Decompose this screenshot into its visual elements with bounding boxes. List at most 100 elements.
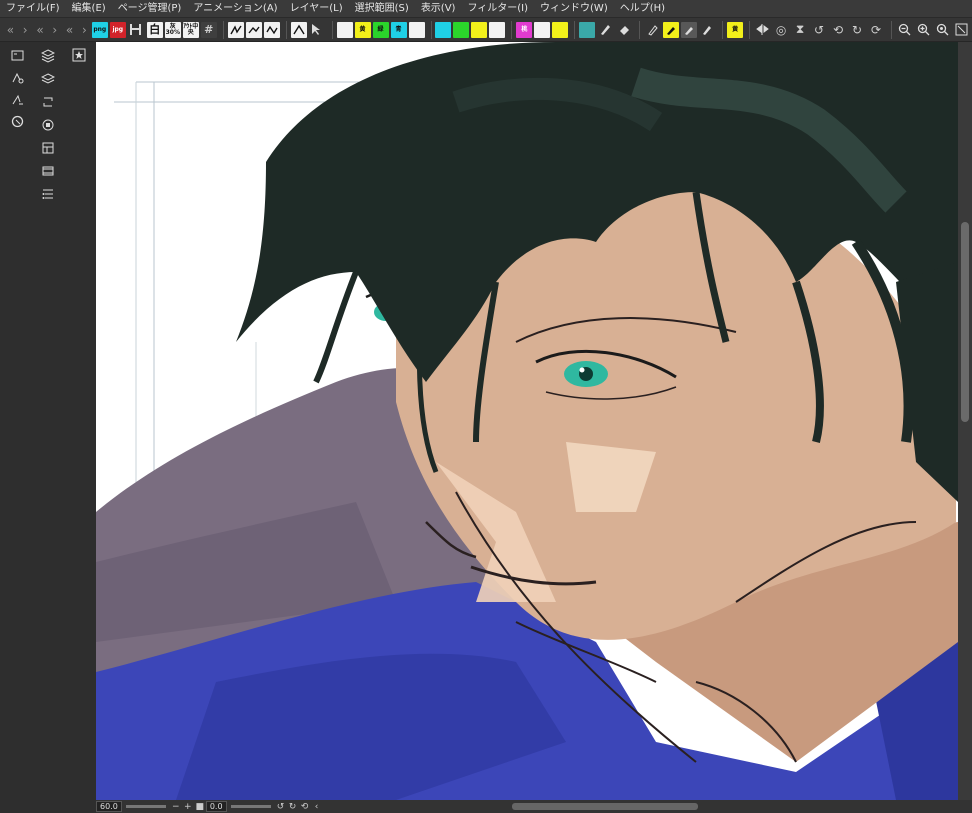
menu-layer[interactable]: レイヤー(L) bbox=[290, 0, 343, 18]
sub-view-icon[interactable] bbox=[39, 139, 57, 157]
horizontal-scroll-thumb[interactable] bbox=[512, 803, 698, 810]
toolbar-divider bbox=[222, 20, 224, 39]
drawing-canvas[interactable] bbox=[96, 42, 958, 800]
layer-property-icon[interactable] bbox=[39, 47, 57, 65]
pencil-yellow-button[interactable] bbox=[663, 21, 680, 38]
action-yellow-2-button[interactable]: 黄 bbox=[727, 21, 744, 38]
panel-dock bbox=[34, 42, 62, 813]
toolbar-divider bbox=[331, 20, 333, 39]
gray-30-button[interactable]: 灰30% bbox=[164, 21, 181, 38]
menu-help[interactable]: ヘルプ(H) bbox=[620, 0, 665, 18]
toolbar-divider bbox=[639, 20, 641, 39]
pointer-icon[interactable] bbox=[309, 22, 325, 38]
toolbar-divider bbox=[749, 20, 751, 39]
rotate-left-small-icon[interactable]: ↺ bbox=[275, 802, 287, 812]
zoom-slider[interactable] bbox=[125, 805, 166, 808]
collapse-left-icon[interactable]: « bbox=[62, 20, 77, 40]
auto-action-icon[interactable] bbox=[39, 185, 57, 203]
timeline-icon[interactable] bbox=[39, 162, 57, 180]
save-icon[interactable] bbox=[128, 22, 144, 38]
expand-right-icon[interactable]: › bbox=[18, 20, 33, 40]
macro-1-button[interactable] bbox=[227, 21, 244, 38]
command-bar: « › « › « › png jpg 白 灰30% ｱｳﾄ中央 # 黄 緑 青… bbox=[0, 18, 972, 42]
navigator-icon[interactable] bbox=[8, 46, 26, 64]
export-png-button[interactable]: png bbox=[91, 21, 108, 38]
macro-3-button[interactable] bbox=[263, 21, 280, 38]
menu-page[interactable]: ページ管理(P) bbox=[118, 0, 182, 18]
action-1-button[interactable] bbox=[336, 21, 353, 38]
rotation-input[interactable]: 0.0 bbox=[205, 801, 227, 812]
menu-selection[interactable]: 選択範囲(S) bbox=[355, 0, 409, 18]
action-8-button[interactable] bbox=[552, 21, 569, 38]
action-6-button[interactable] bbox=[489, 21, 506, 38]
action-3-button[interactable] bbox=[435, 21, 452, 38]
menu-bar: ファイル(F) 編集(E) ページ管理(P) アニメーション(A) レイヤー(L… bbox=[0, 0, 972, 18]
macro-2-button[interactable] bbox=[245, 21, 262, 38]
rotate-reset-small-icon[interactable]: ⟲ bbox=[299, 802, 311, 812]
rotate-right-icon[interactable]: ↻ bbox=[849, 22, 865, 38]
zoom-out-icon[interactable] bbox=[896, 22, 912, 38]
zoom-input[interactable]: 60.0 bbox=[96, 801, 122, 812]
action-magenta-button[interactable]: 桃 bbox=[516, 21, 533, 38]
pen-icon[interactable] bbox=[597, 22, 613, 38]
action-2-button[interactable] bbox=[408, 21, 425, 38]
zoom-minus-button[interactable]: − bbox=[170, 802, 182, 812]
rotate-free-icon[interactable]: ⟳ bbox=[868, 22, 884, 38]
tool-strip bbox=[0, 42, 34, 813]
collapse-left-icon[interactable]: « bbox=[3, 20, 18, 40]
toolbar-divider bbox=[574, 20, 576, 39]
menu-edit[interactable]: 編集(E) bbox=[72, 0, 106, 18]
vertical-scrollbar[interactable] bbox=[958, 42, 972, 800]
rotate-left-icon[interactable]: ↺ bbox=[811, 22, 827, 38]
panel-dock-right bbox=[62, 42, 96, 813]
flip-horizontal-icon[interactable] bbox=[754, 22, 770, 38]
action-yellow-button[interactable]: 黄 bbox=[354, 21, 371, 38]
macro-4-button[interactable] bbox=[290, 21, 307, 38]
action-4-button[interactable] bbox=[453, 21, 470, 38]
menu-filter[interactable]: フィルター(I) bbox=[467, 0, 528, 18]
zoom-plus-button[interactable]: + bbox=[182, 802, 194, 812]
history-icon[interactable] bbox=[39, 93, 57, 111]
fill-pen-icon[interactable] bbox=[644, 22, 660, 38]
fit-window-icon[interactable] bbox=[953, 22, 969, 38]
export-jpg-button[interactable]: jpg bbox=[109, 21, 126, 38]
expand-right-icon[interactable]: › bbox=[77, 20, 92, 40]
favorite-icon[interactable] bbox=[70, 46, 88, 64]
material-icon[interactable] bbox=[39, 116, 57, 134]
toolbar-divider bbox=[722, 20, 724, 39]
eraser-icon[interactable] bbox=[616, 22, 632, 38]
rotate-reset-icon[interactable]: ⟲ bbox=[830, 22, 846, 38]
grid-button[interactable]: # bbox=[200, 21, 217, 38]
scroll-left-icon[interactable]: ‹ bbox=[311, 802, 323, 812]
flip-vertical-icon[interactable]: ⧗ bbox=[792, 22, 808, 38]
action-5-button[interactable] bbox=[471, 21, 488, 38]
rotate-canvas-icon[interactable]: ◎ bbox=[773, 22, 789, 38]
pen-gray-button[interactable] bbox=[681, 21, 698, 38]
tool-property-icon[interactable] bbox=[8, 68, 26, 86]
action-cyan-button[interactable]: 青 bbox=[390, 21, 407, 38]
white-fill-button[interactable]: 白 bbox=[146, 21, 163, 38]
zoom-in-icon[interactable] bbox=[915, 22, 931, 38]
brush-icon[interactable] bbox=[699, 22, 715, 38]
auto-center-button[interactable]: ｱｳﾄ中央 bbox=[182, 21, 199, 38]
rotation-slider[interactable] bbox=[230, 805, 271, 808]
rotate-right-small-icon[interactable]: ↻ bbox=[287, 802, 299, 812]
layer-icon[interactable] bbox=[39, 70, 57, 88]
collapse-left-icon[interactable]: « bbox=[33, 20, 48, 40]
toolbar-divider bbox=[891, 20, 892, 39]
expand-right-icon[interactable]: › bbox=[47, 20, 62, 40]
zoom-actual-icon[interactable] bbox=[934, 22, 950, 38]
status-bar: 60.0 − + ■ 0.0 ↺ ↻ ⟲ ‹ bbox=[96, 800, 972, 813]
menu-view[interactable]: 表示(V) bbox=[421, 0, 456, 18]
menu-animation[interactable]: アニメーション(A) bbox=[193, 0, 277, 18]
action-7-button[interactable] bbox=[534, 21, 551, 38]
action-9-button[interactable] bbox=[579, 21, 596, 38]
action-green-button[interactable]: 緑 bbox=[372, 21, 389, 38]
color-wheel-icon[interactable] bbox=[8, 112, 26, 130]
toolbar-divider bbox=[285, 20, 287, 39]
menu-window[interactable]: ウィンドウ(W) bbox=[540, 0, 608, 18]
vertical-scroll-thumb[interactable] bbox=[961, 222, 969, 422]
menu-file[interactable]: ファイル(F) bbox=[6, 0, 60, 18]
brush-size-icon[interactable] bbox=[8, 90, 26, 108]
zoom-reset-button[interactable]: ■ bbox=[194, 802, 206, 812]
